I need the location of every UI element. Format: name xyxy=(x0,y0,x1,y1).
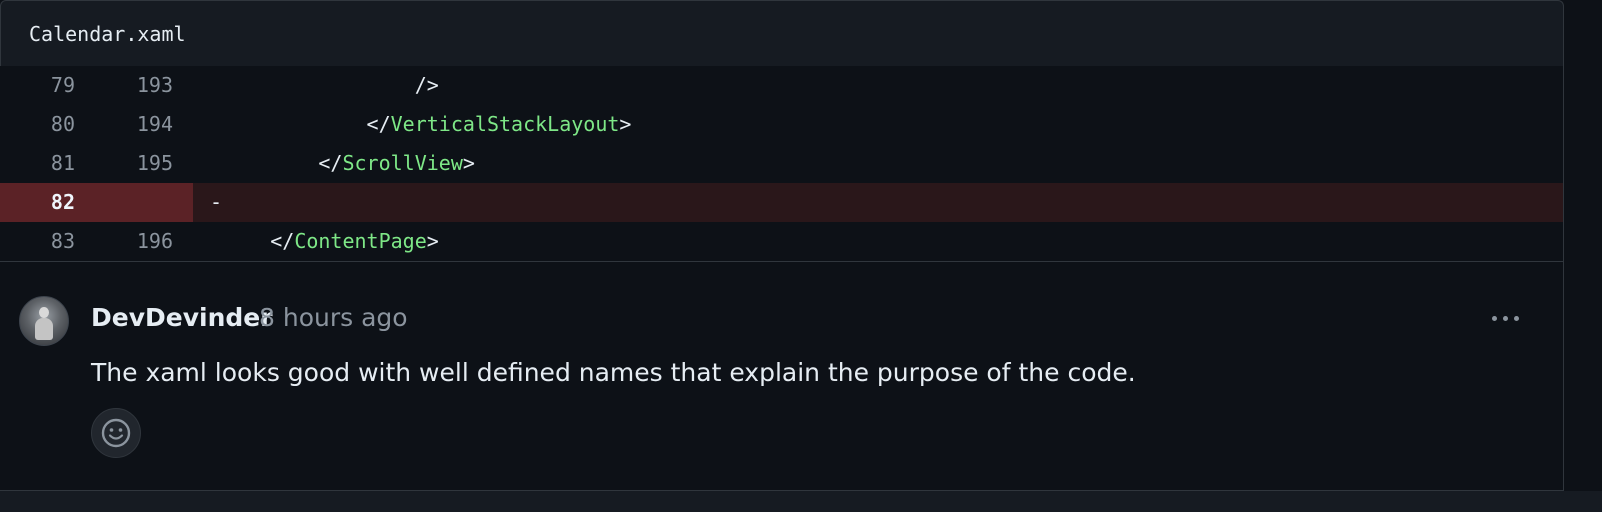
xml-tag-name: VerticalStackLayout xyxy=(390,112,620,136)
user-avatar[interactable] xyxy=(19,296,69,346)
xml-tag-name: ContentPage xyxy=(294,229,427,253)
code-punctuation: > xyxy=(619,112,632,136)
avatar-figure-body xyxy=(35,318,53,340)
code-line: </ScrollView> xyxy=(210,144,475,183)
comment-body: The xaml looks good with well defined na… xyxy=(91,358,1136,387)
diff-row: 79 193 /> xyxy=(0,66,1563,105)
diff-row: 83 196 </ContentPage> xyxy=(0,222,1563,261)
old-line-number[interactable]: 81 xyxy=(0,144,75,183)
bottom-strip xyxy=(0,491,1602,512)
diff-row: 81 195 </ScrollView> xyxy=(0,144,1563,183)
new-line-number[interactable] xyxy=(96,183,173,222)
old-line-number[interactable]: 83 xyxy=(0,222,75,261)
more-options-button[interactable] xyxy=(1484,306,1526,330)
old-line-number[interactable]: 80 xyxy=(0,105,75,144)
code-line: </VerticalStackLayout> xyxy=(210,105,632,144)
new-line-number[interactable]: 193 xyxy=(96,66,173,105)
file-name[interactable]: Calendar.xaml xyxy=(29,21,186,47)
review-comment: DevDevinder 8 hours ago The xaml looks g… xyxy=(0,262,1564,490)
new-line-number[interactable]: 194 xyxy=(96,105,173,144)
add-reaction-button[interactable] xyxy=(91,408,141,458)
diff-table: 79 193 /> 80 194 </VerticalStackLayout> … xyxy=(0,66,1564,261)
code-punctuation: </ xyxy=(270,229,295,253)
code-line: - xyxy=(210,183,222,222)
file-header: Calendar.xaml xyxy=(0,0,1564,66)
old-line-number[interactable]: 82 xyxy=(0,183,75,222)
avatar-figure-head xyxy=(39,307,49,318)
diff-row: 80 194 </VerticalStackLayout> xyxy=(0,105,1563,144)
new-line-number[interactable]: 195 xyxy=(96,144,173,183)
diff-row-deleted: 82 - xyxy=(0,183,1563,222)
comment-timestamp[interactable]: 8 hours ago xyxy=(259,302,408,334)
kebab-horizontal-icon xyxy=(1491,315,1497,321)
code-punctuation: </ xyxy=(366,112,391,136)
code-punctuation: /> xyxy=(414,73,439,97)
code-punctuation: > xyxy=(462,151,475,175)
xml-tag-name: ScrollView xyxy=(342,151,463,175)
code-line: /> xyxy=(210,66,439,105)
new-line-number[interactable]: 196 xyxy=(96,222,173,261)
code-line: </ContentPage> xyxy=(210,222,439,261)
old-line-number[interactable]: 79 xyxy=(0,66,75,105)
code-punctuation: </ xyxy=(318,151,343,175)
comment-author[interactable]: DevDevinder xyxy=(91,302,273,334)
kebab-horizontal-icon xyxy=(1502,315,1508,321)
smiley-icon xyxy=(101,418,131,448)
deletion-marker: - xyxy=(210,190,223,214)
code-punctuation: > xyxy=(426,229,439,253)
kebab-horizontal-icon xyxy=(1513,315,1519,321)
